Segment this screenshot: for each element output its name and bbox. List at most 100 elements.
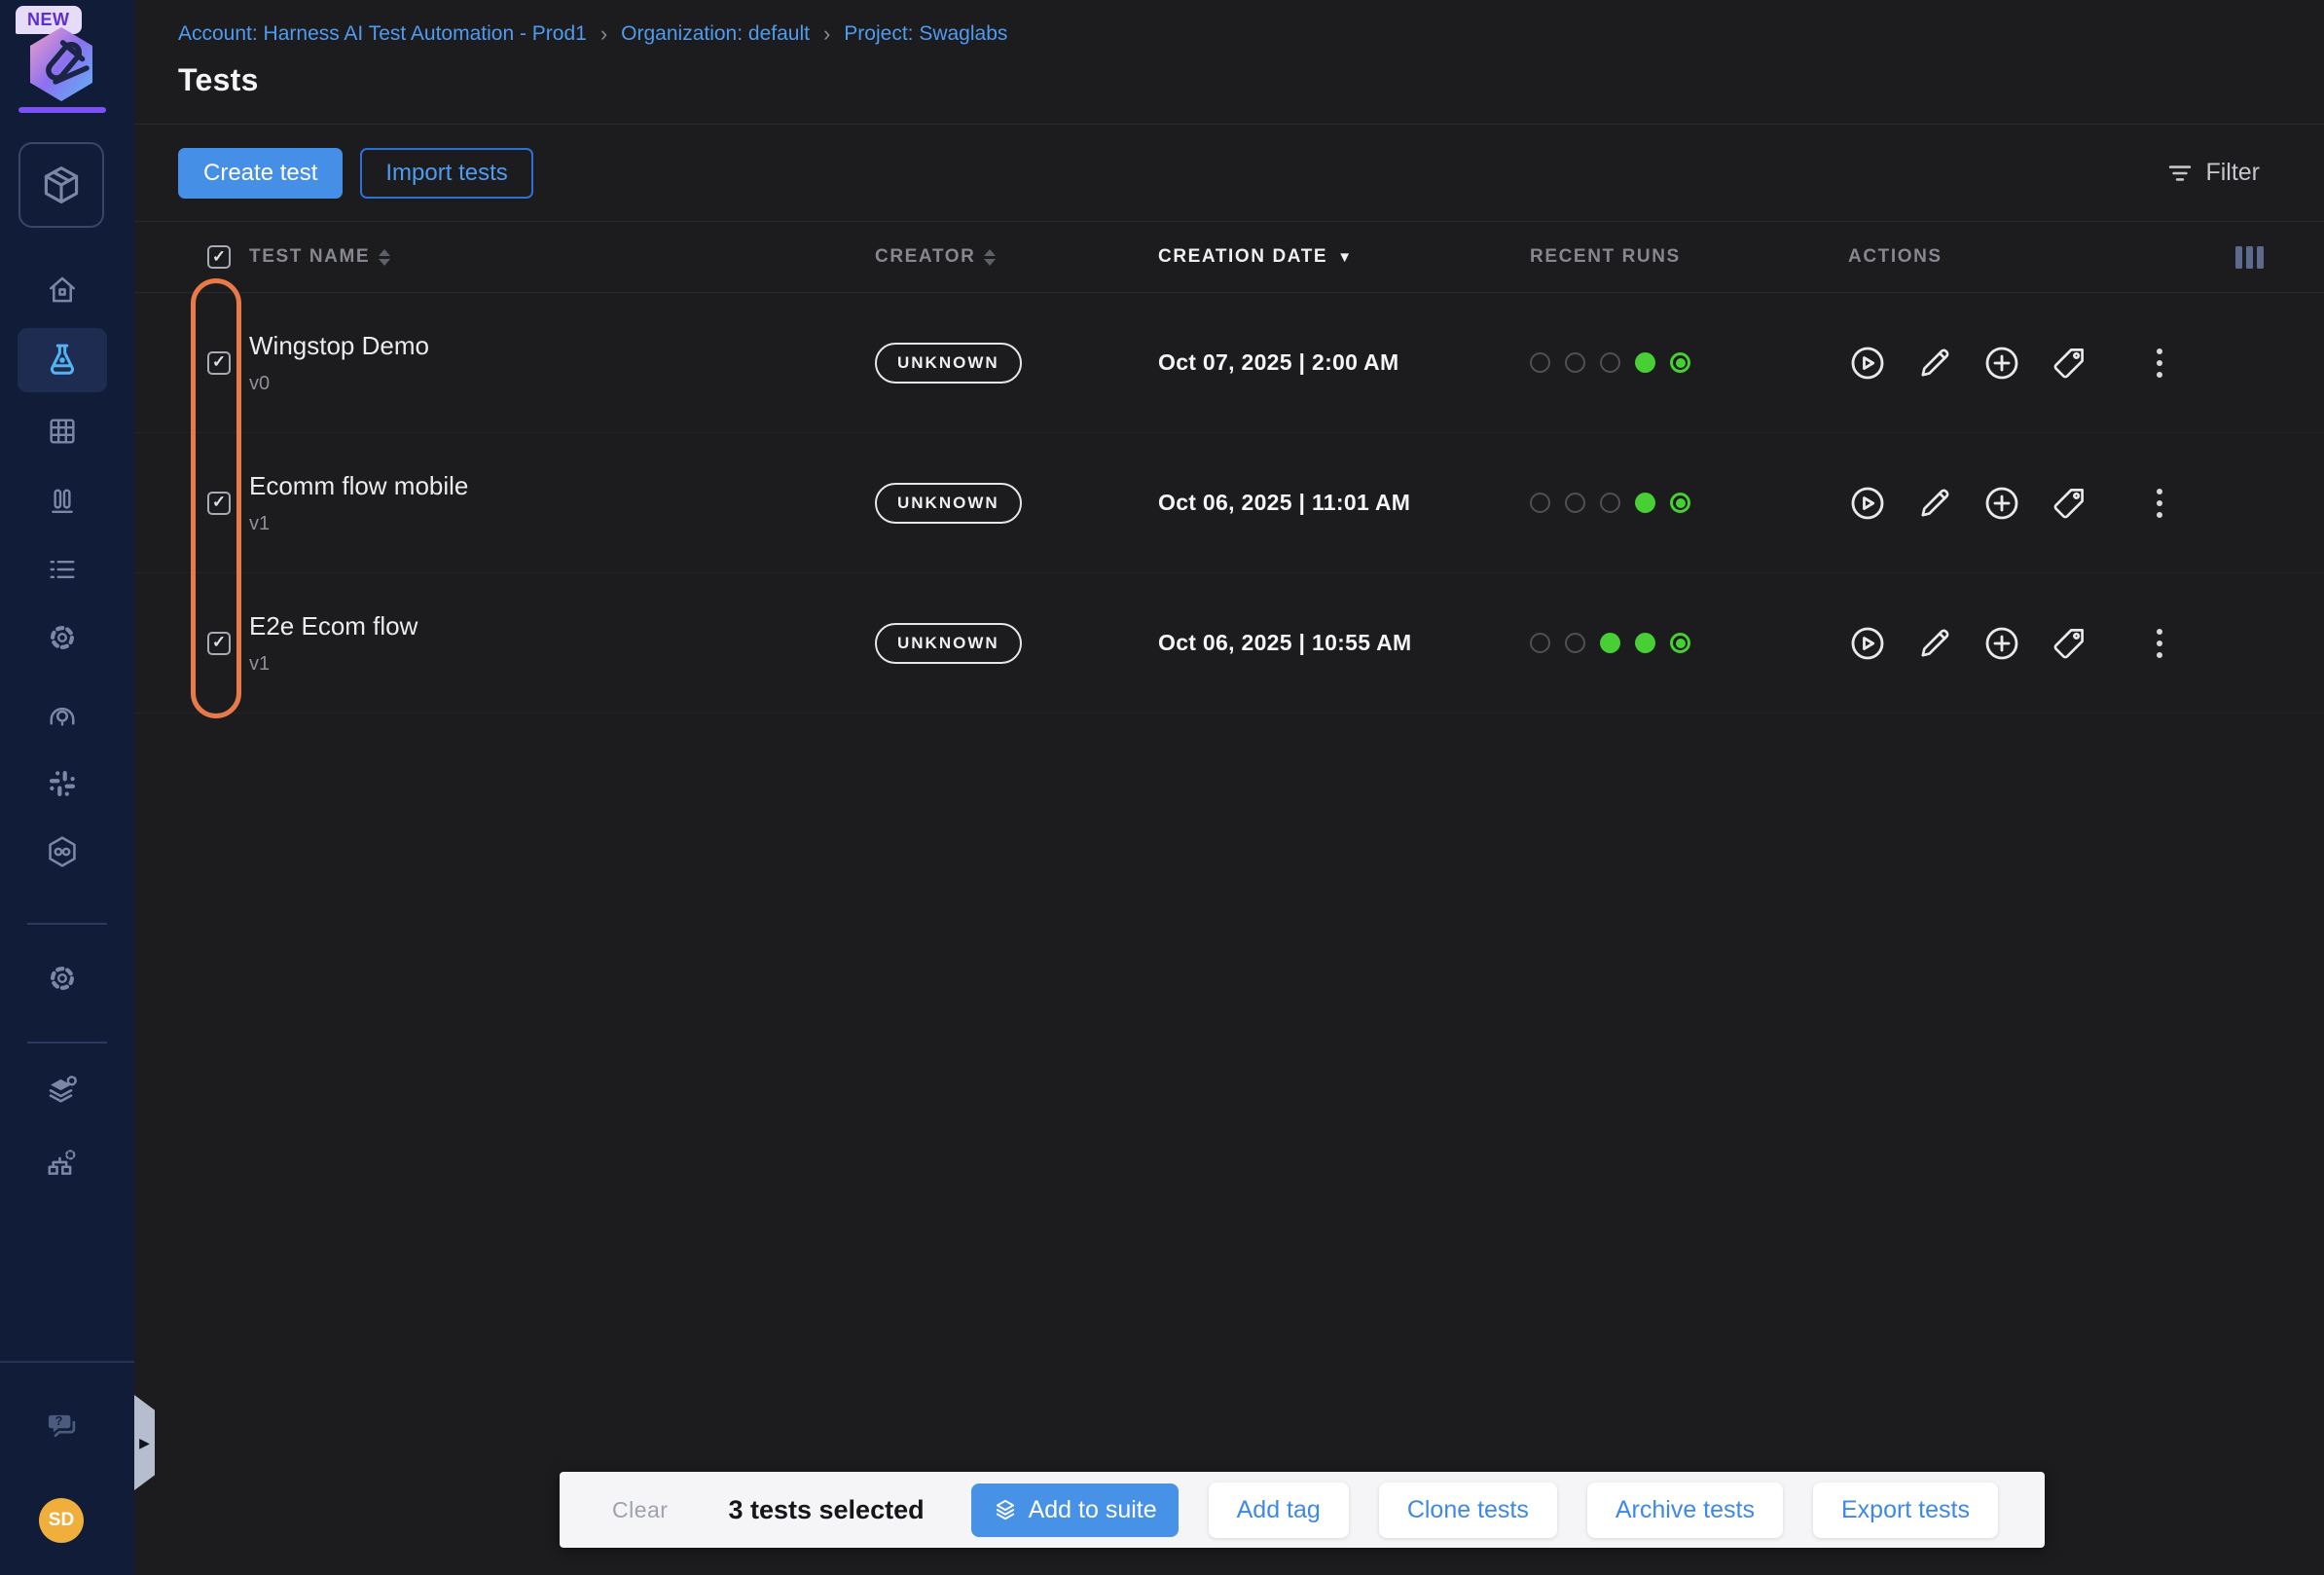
breadcrumb-org-link[interactable]: Organization: default <box>621 22 810 46</box>
column-header-test-name[interactable]: TEST NAME <box>249 246 370 268</box>
help-chat-button[interactable]: ? <box>18 1394 107 1458</box>
run-status-dot[interactable] <box>1530 633 1550 653</box>
run-test-button[interactable] <box>1848 344 1887 383</box>
edit-test-button[interactable] <box>1915 344 1954 383</box>
sidebar-item-account-resources[interactable] <box>18 1058 107 1122</box>
pencil-icon <box>1916 625 1953 662</box>
column-header-creator[interactable]: CREATOR <box>875 246 975 268</box>
run-test-button[interactable] <box>1848 484 1887 523</box>
run-status-dot[interactable] <box>1635 352 1655 373</box>
tag-button[interactable] <box>2050 624 2088 663</box>
user-avatar[interactable]: SD <box>39 1498 84 1543</box>
breadcrumb-account-link[interactable]: Account: Harness AI Test Automation - Pr… <box>178 22 587 46</box>
column-header-creation-date[interactable]: CREATION DATE <box>1158 246 1327 268</box>
import-tests-button[interactable]: Import tests <box>360 148 532 199</box>
creator-badge: UNKNOWN <box>875 623 1022 664</box>
sidebar-item-vials[interactable] <box>18 469 107 533</box>
run-status-dot[interactable] <box>1600 633 1620 653</box>
run-status-dot[interactable] <box>1565 493 1585 513</box>
more-options-button[interactable] <box>2140 344 2179 383</box>
org-chart-gear-icon <box>45 1146 80 1181</box>
row-checkbox[interactable]: ✓ <box>207 492 231 515</box>
sidebar-item-org-structure[interactable] <box>18 1131 107 1195</box>
creator-badge: UNKNOWN <box>875 343 1022 384</box>
pencil-icon <box>1916 345 1953 382</box>
play-circle-icon <box>1848 624 1887 663</box>
tag-button[interactable] <box>2050 484 2088 523</box>
archive-tests-button[interactable]: Archive tests <box>1587 1483 1783 1538</box>
run-status-dot[interactable] <box>1530 493 1550 513</box>
tag-icon <box>2051 345 2088 382</box>
sidebar-item-tests[interactable] <box>18 328 107 392</box>
grid-icon <box>46 415 79 448</box>
more-options-button[interactable] <box>2140 484 2179 523</box>
tests-table: ✓ TEST NAME CREATOR CREATION DATE ▼ RECE… <box>134 222 2324 714</box>
add-to-suite-button[interactable]: Add to suite <box>971 1483 1179 1537</box>
page-header: Account: Harness AI Test Automation - Pr… <box>134 0 2324 125</box>
test-name[interactable]: Ecomm flow mobile <box>249 471 875 501</box>
select-all-checkbox[interactable]: ✓ <box>207 245 231 269</box>
add-to-suite-row-button[interactable] <box>1982 624 2021 663</box>
edit-test-button[interactable] <box>1915 484 1954 523</box>
table-row: ✓ E2e Ecom flow v1 UNKNOWN Oct 06, 2025 … <box>134 573 2324 714</box>
run-status-dot[interactable] <box>1565 633 1585 653</box>
edit-test-button[interactable] <box>1915 624 1954 663</box>
run-status-dot[interactable] <box>1670 493 1690 513</box>
run-status-dot[interactable] <box>1600 493 1620 513</box>
run-test-button[interactable] <box>1848 624 1887 663</box>
filter-button[interactable]: Filter <box>2166 159 2260 187</box>
filter-label: Filter <box>2205 159 2260 187</box>
creation-date: Oct 06, 2025 | 11:01 AM <box>1158 490 1410 516</box>
tag-button[interactable] <box>2050 344 2088 383</box>
sidebar-item-list[interactable] <box>18 537 107 602</box>
module-switcher-button[interactable] <box>18 142 104 228</box>
run-status-dot[interactable] <box>1635 633 1655 653</box>
add-to-suite-row-button[interactable] <box>1982 484 2021 523</box>
run-status-dot[interactable] <box>1565 352 1585 373</box>
pencil-icon <box>1916 485 1953 522</box>
plus-circle-icon <box>1982 344 2021 383</box>
sidebar: NEW <box>0 0 134 1575</box>
plus-circle-icon <box>1982 484 2021 523</box>
sidebar-expand-handle[interactable]: ▶ <box>134 1395 155 1490</box>
sort-arrows-icon[interactable] <box>984 249 996 266</box>
run-status-dot[interactable] <box>1530 352 1550 373</box>
create-test-button[interactable]: Create test <box>178 148 343 199</box>
sidebar-item-home[interactable] <box>18 258 107 322</box>
sort-arrows-icon[interactable] <box>379 249 390 266</box>
harness-ai-test-logo-icon[interactable] <box>26 25 96 103</box>
table-row: ✓ Ecomm flow mobile v1 UNKNOWN Oct 06, 2… <box>134 433 2324 573</box>
run-status-dot[interactable] <box>1635 493 1655 513</box>
run-status-dot[interactable] <box>1670 352 1690 373</box>
row-checkbox[interactable]: ✓ <box>207 351 231 375</box>
main-content: Account: Harness AI Test Automation - Pr… <box>134 0 2324 1575</box>
sidebar-item-project-settings[interactable] <box>18 946 107 1010</box>
cube-icon <box>40 164 83 206</box>
breadcrumb-project-link[interactable]: Project: Swaglabs <box>844 22 1007 46</box>
test-name[interactable]: E2e Ecom flow <box>249 611 875 641</box>
more-options-button[interactable] <box>2140 624 2179 663</box>
add-to-suite-row-button[interactable] <box>1982 344 2021 383</box>
add-tag-button[interactable]: Add tag <box>1209 1483 1349 1538</box>
run-status-dot[interactable] <box>1670 633 1690 653</box>
sidebar-item-ai-agent[interactable] <box>18 683 107 748</box>
test-version: v0 <box>249 373 875 395</box>
creation-date: Oct 07, 2025 | 2:00 AM <box>1158 349 1398 376</box>
run-status-dot-inner <box>1676 639 1686 648</box>
sidebar-item-pipelines[interactable] <box>18 820 107 884</box>
row-checkbox[interactable]: ✓ <box>207 632 231 655</box>
test-name[interactable]: Wingstop Demo <box>249 331 875 361</box>
table-body: ✓ Wingstop Demo v0 UNKNOWN Oct 07, 2025 … <box>134 293 2324 714</box>
clear-selection-button[interactable]: Clear <box>612 1497 668 1523</box>
run-status-dot[interactable] <box>1600 352 1620 373</box>
sidebar-item-grid[interactable] <box>18 399 107 463</box>
tag-icon <box>2051 625 2088 662</box>
column-selector-icon[interactable] <box>2235 246 2264 269</box>
sidebar-item-settings[interactable] <box>18 605 107 670</box>
export-tests-button[interactable]: Export tests <box>1813 1483 1998 1538</box>
add-to-suite-label: Add to suite <box>1029 1496 1157 1524</box>
sidebar-item-integrations[interactable] <box>18 751 107 816</box>
layers-gear-icon <box>45 1073 80 1108</box>
clone-tests-button[interactable]: Clone tests <box>1379 1483 1557 1538</box>
sort-desc-icon: ▼ <box>1337 249 1352 266</box>
